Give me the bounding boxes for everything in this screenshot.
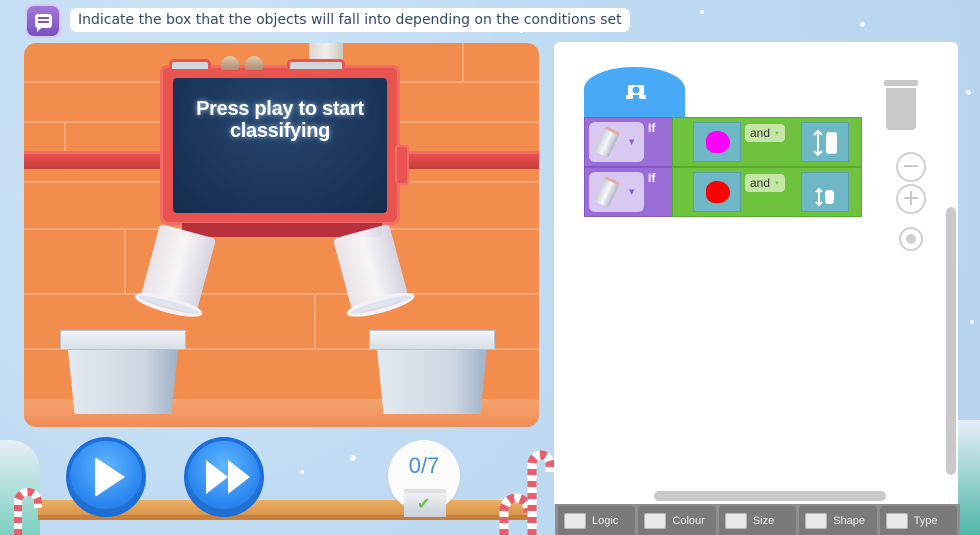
play-button[interactable] (66, 437, 146, 517)
category-colour[interactable]: Colour (638, 506, 716, 535)
horizontal-scrollbar[interactable] (654, 491, 886, 501)
shape-icon (805, 512, 828, 529)
and-condition-block[interactable]: and ▼ (672, 167, 862, 217)
zoom-out-icon[interactable]: − (896, 152, 926, 182)
instructions-list-icon[interactable] (25, 4, 61, 38)
brick-line (24, 293, 539, 295)
candy-cane-decor (499, 450, 554, 535)
operator-label: and (750, 176, 771, 190)
code-workspace[interactable]: ▼ If and ▼ ▼ If and ▼ − + (554, 42, 958, 504)
completed-bin-icon: ✔ (404, 489, 446, 517)
magenta-splash-icon (706, 131, 730, 153)
category-shape[interactable]: Shape (799, 506, 877, 535)
monitor-handle (287, 59, 345, 69)
size-condition[interactable] (801, 122, 849, 162)
red-splash-icon (706, 181, 730, 203)
category-label: Type (913, 514, 938, 527)
size-tall-icon (813, 129, 837, 157)
colour-condition[interactable] (693, 172, 741, 212)
chevron-down-icon: ▼ (629, 138, 635, 146)
category-type[interactable]: Type (879, 506, 958, 535)
category-logic[interactable]: Logic (558, 506, 636, 535)
and-condition-block[interactable]: and ▼ (672, 117, 862, 167)
type-icon (885, 512, 908, 529)
candy-cane-decor (14, 488, 42, 535)
if-block-body: ▼ If (584, 117, 674, 167)
recenter-icon[interactable] (899, 227, 923, 251)
screen-message: Press play to start classifying (196, 98, 364, 142)
indicator-light (221, 56, 239, 70)
toolbox: Logic Colour Size Shape Type (555, 504, 960, 535)
can-icon (593, 175, 621, 209)
category-size[interactable]: Size (718, 506, 797, 535)
category-label: Colour (672, 514, 705, 527)
progress-label: 0/7 (408, 453, 440, 478)
operator-label: and (750, 126, 771, 140)
start-block[interactable] (584, 67, 685, 119)
operator-dropdown[interactable]: and ▼ (745, 174, 785, 192)
if-label: If (648, 121, 656, 135)
chevron-down-icon: ▼ (774, 180, 780, 187)
classification-scene: Press play to start classifying (24, 43, 539, 427)
right-bin[interactable] (369, 330, 495, 416)
category-label: Logic (592, 514, 619, 527)
brick-line (462, 43, 464, 81)
colour-icon (644, 512, 667, 529)
if-label: If (648, 171, 656, 185)
chevron-down-icon: ▼ (629, 188, 635, 196)
robot-icon (626, 85, 646, 99)
object-dropdown[interactable]: ▼ (589, 172, 644, 212)
chevron-down-icon: ▼ (774, 130, 780, 137)
monitor-screen: Press play to start classifying (173, 78, 387, 213)
size-icon (724, 512, 747, 529)
instruction-text: Indicate the box that the objects will f… (70, 8, 630, 32)
object-dropdown[interactable]: ▼ (589, 122, 644, 162)
brick-line (314, 293, 316, 348)
colour-condition[interactable] (693, 122, 741, 162)
monitor: Press play to start classifying (160, 56, 409, 225)
logic-icon (564, 512, 586, 529)
monitor-latch (395, 145, 409, 185)
if-block-body: ▼ If (584, 167, 674, 217)
brick-line (124, 228, 126, 293)
operator-dropdown[interactable]: and ▼ (745, 124, 785, 142)
size-small-icon (815, 187, 834, 207)
category-label: Size (752, 514, 775, 527)
size-condition[interactable] (801, 172, 849, 212)
fast-forward-icon (206, 460, 250, 494)
zoom-in-icon[interactable]: + (896, 184, 926, 214)
indicator-light (245, 56, 263, 70)
brick-line (64, 121, 66, 151)
play-icon (95, 457, 125, 497)
vertical-scrollbar[interactable] (946, 207, 956, 475)
left-bin[interactable] (60, 330, 186, 416)
snowy-hill-decor (958, 420, 980, 535)
check-icon: ✔ (417, 494, 431, 513)
can-icon (593, 125, 621, 159)
left-chute (132, 223, 217, 322)
category-label: Shape (833, 514, 866, 527)
fast-forward-button[interactable] (184, 437, 264, 517)
trash-icon[interactable] (884, 80, 918, 132)
monitor-handle (169, 59, 211, 69)
right-chute (332, 223, 417, 322)
